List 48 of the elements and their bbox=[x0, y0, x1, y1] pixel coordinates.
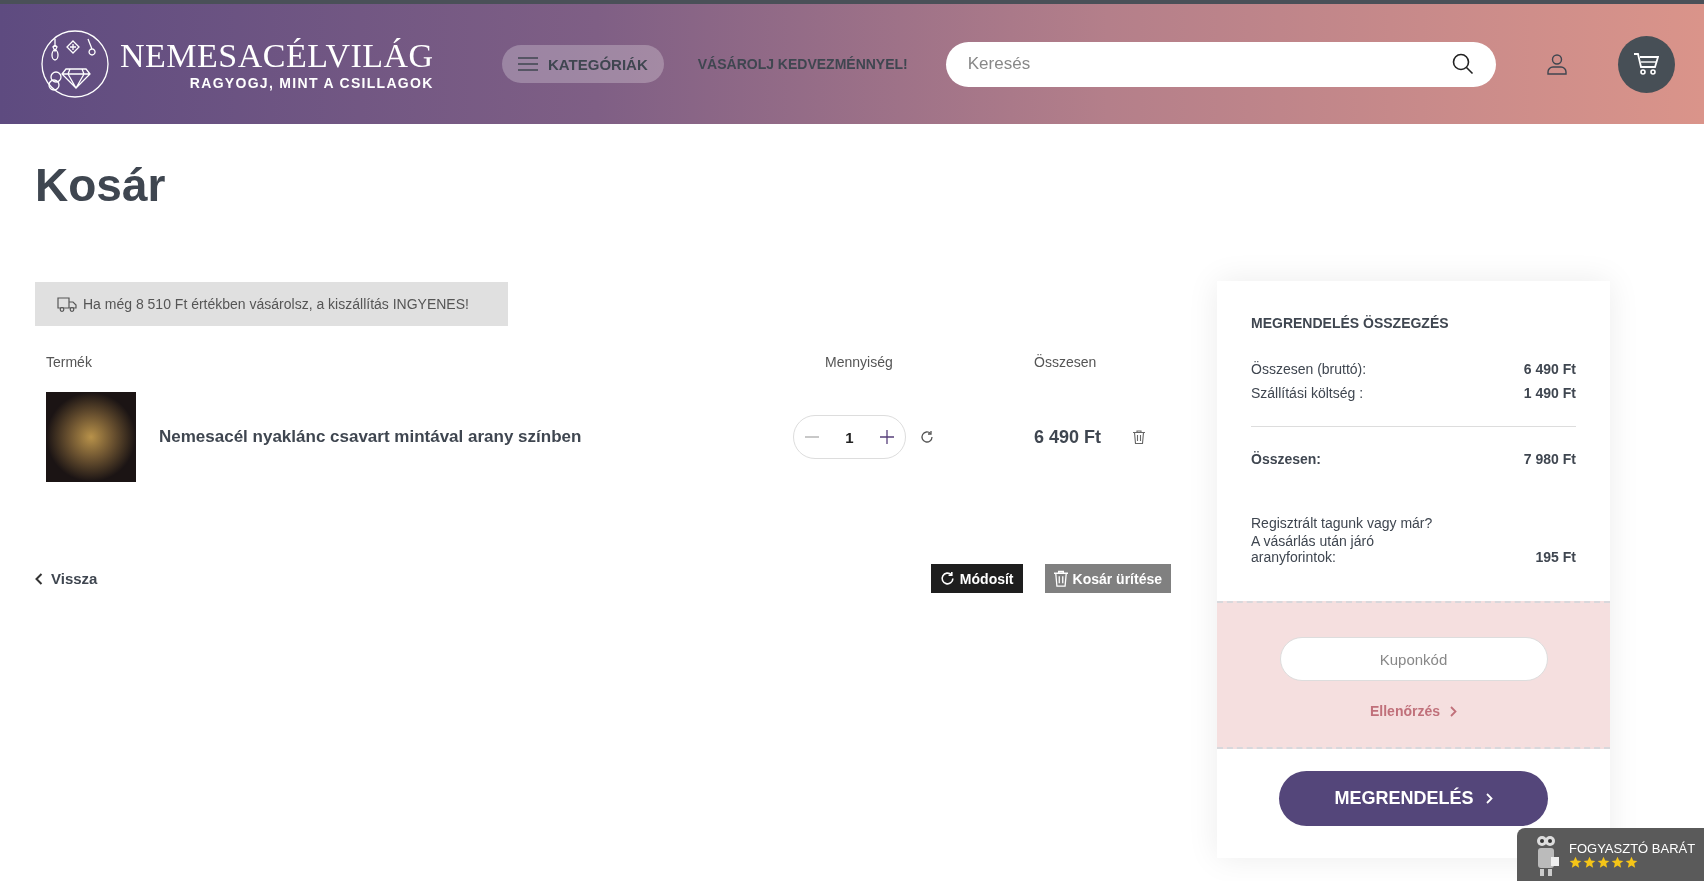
empty-cart-button[interactable]: Kosár ürítése bbox=[1044, 564, 1171, 593]
summary-label: Összesen (bruttó): bbox=[1251, 361, 1367, 377]
menu-icon bbox=[518, 57, 538, 71]
order-button[interactable]: MEGRENDELÉS bbox=[1279, 771, 1548, 826]
notice-text: Ha még 8 510 Ft értékben vásárolsz, a kiszállítás INGYENES! bbox=[83, 296, 469, 312]
coupon-field[interactable]: Kuponkód bbox=[1279, 637, 1548, 681]
column-header: Termék bbox=[45, 354, 93, 370]
product-name[interactable]: Nemesacél nyaklánc csavart mintával arany színben bbox=[159, 427, 582, 447]
star-icon bbox=[1583, 855, 1596, 869]
total-label: Összesen: bbox=[1251, 451, 1322, 467]
chevron-right-icon bbox=[1485, 793, 1493, 804]
column-header: Összesen bbox=[1033, 354, 1098, 370]
refresh-icon[interactable] bbox=[920, 430, 934, 444]
logo-tagline: RAGYOGJ, MINT A CSILLAGOK bbox=[189, 75, 434, 91]
line-total: 6 490 Ft bbox=[1034, 426, 1102, 448]
summary-value: 1 490 Ft bbox=[1523, 385, 1576, 401]
summary-title: MEGRENDELÉS ÖSSZEGZÉS bbox=[1251, 315, 1450, 331]
trust-badge[interactable]: FOGYASZTÓ BARÁT bbox=[1517, 828, 1704, 881]
trash-icon[interactable] bbox=[1133, 430, 1146, 444]
column-header: Mennyiség bbox=[824, 354, 894, 370]
star-icon bbox=[1569, 855, 1582, 869]
summary-value: 6 490 Ft bbox=[1523, 361, 1576, 377]
back-link[interactable]: Vissza bbox=[35, 570, 98, 587]
page-title: Kosár bbox=[35, 158, 167, 212]
loyalty-value: 195 Ft bbox=[1535, 549, 1576, 565]
loyalty-label: A vásárlás után járó aranyforintok: bbox=[1251, 533, 1375, 565]
refresh-icon bbox=[939, 571, 955, 586]
search-field[interactable]: Keresés bbox=[945, 41, 1496, 87]
quantity-value[interactable]: 1 bbox=[845, 428, 854, 446]
chevron-left-icon bbox=[35, 572, 43, 585]
summary-label: Szállítási költség : bbox=[1251, 385, 1364, 401]
update-button[interactable]: Módosít bbox=[930, 564, 1023, 593]
star-icon bbox=[1611, 855, 1624, 869]
total-value: 7 980 Ft bbox=[1523, 451, 1576, 467]
product-photo[interactable] bbox=[46, 392, 136, 482]
cart-icon bbox=[1633, 52, 1660, 76]
star-icon bbox=[1625, 855, 1638, 869]
jewelry-logo-icon[interactable] bbox=[40, 29, 110, 99]
truck-icon bbox=[57, 296, 77, 312]
chevron-right-icon bbox=[1450, 705, 1457, 717]
user-icon[interactable] bbox=[1545, 53, 1568, 75]
plus-icon[interactable] bbox=[879, 429, 895, 445]
loyalty-question: Regisztrált tagunk vagy már? bbox=[1251, 515, 1434, 531]
search-icon[interactable] bbox=[1451, 52, 1474, 75]
star-icon bbox=[1597, 855, 1610, 869]
badge-label: FOGYASZTÓ BARÁT bbox=[1569, 840, 1696, 856]
logo-title[interactable]: NEMESACÉLVILÁG bbox=[120, 37, 434, 75]
trash-icon bbox=[1053, 570, 1068, 587]
